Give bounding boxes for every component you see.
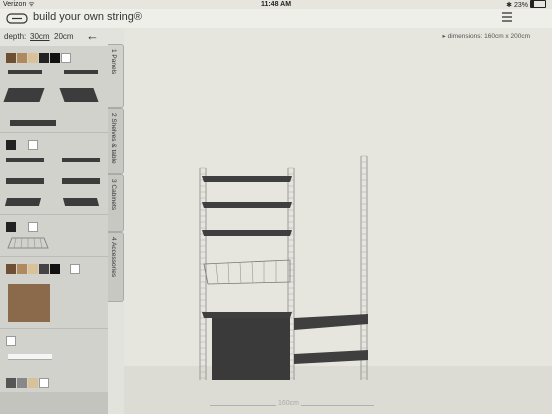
shelf-item[interactable] [64,70,98,74]
color-swatch-black[interactable] [39,53,49,63]
color-swatch-white[interactable] [28,222,38,232]
color-swatch-walnut[interactable] [6,53,16,63]
cabinet [212,318,290,380]
side-shelf-lower [294,350,368,364]
color-swatch-walnut[interactable] [6,264,16,274]
depth-selector: depth: 30cm 20cm ← [0,28,108,46]
color-swatch-white[interactable] [39,378,49,388]
color-swatch-oak[interactable] [17,264,27,274]
accessory-item[interactable] [8,354,52,360]
shelf-item-long[interactable] [10,120,56,126]
width-label: 160cm [276,400,302,407]
color-swatch-ash[interactable] [28,264,38,274]
cabinet-item[interactable] [8,284,50,322]
tab-accessories[interactable]: 4 Accessories [108,232,124,302]
dimensions-label: ▸ dimensions: 160cm x 200cm [442,33,530,40]
shelving-preview[interactable] [196,152,378,384]
back-arrow-icon[interactable]: ← [86,28,99,43]
color-swatch-black[interactable] [6,140,16,150]
shelf-item[interactable] [4,198,42,206]
color-swatch-mid-grey[interactable] [17,378,27,388]
color-swatch-ash[interactable] [28,53,38,63]
shelf-item[interactable] [62,158,100,162]
battery-icon [530,0,546,8]
shelf-2 [202,202,292,208]
shelf-3 [202,230,292,236]
color-swatch-white[interactable] [28,140,38,150]
clock: 11:48 AM [260,1,292,8]
color-swatch-grey[interactable] [39,264,49,274]
shelf-1 [202,176,292,182]
string-logo-icon [6,13,28,24]
app-title: build your own string® [33,11,142,23]
color-swatch-dark[interactable] [50,53,60,63]
color-swatch-white[interactable] [6,336,16,346]
accessory-strip [0,392,108,414]
depth-option-30[interactable]: 30cm [30,32,50,41]
shelf-item-large[interactable] [3,88,45,102]
component-sidebar: depth: 30cm 20cm ← [0,28,108,414]
color-swatch-grey[interactable] [6,378,16,388]
menu-icon[interactable] [502,11,512,23]
shelf-item[interactable] [6,158,44,162]
shelf-item[interactable] [62,198,100,206]
tab-panels[interactable]: 1 Panels [108,44,124,108]
tab-cabinets[interactable]: 3 Cabinets [108,174,124,232]
color-swatch-white[interactable] [61,53,71,63]
shelf-item[interactable] [8,70,42,74]
color-swatch-black[interactable] [50,264,60,274]
app-header: build your own string® [0,9,552,29]
status-bar: Verizon ᯤ 11:48 AM ✱ 23% [0,0,552,9]
tab-shelves[interactable]: 2 Shelves & table [108,108,124,174]
color-swatch-white[interactable] [70,264,80,274]
depth-option-20[interactable]: 20cm [54,32,74,41]
wire-shelf-rods [215,261,277,284]
depth-label: depth: [4,32,27,41]
wire-shelf-icon[interactable] [6,236,50,250]
shelf-item[interactable] [62,178,100,184]
shelf-item-large[interactable] [59,88,99,102]
side-shelf-upper [294,314,368,330]
color-swatch-oak[interactable] [17,53,27,63]
color-swatch-black[interactable] [6,222,16,232]
cabinet-top [202,312,292,318]
color-swatch-ash[interactable] [28,378,38,388]
shelf-item[interactable] [6,178,44,184]
